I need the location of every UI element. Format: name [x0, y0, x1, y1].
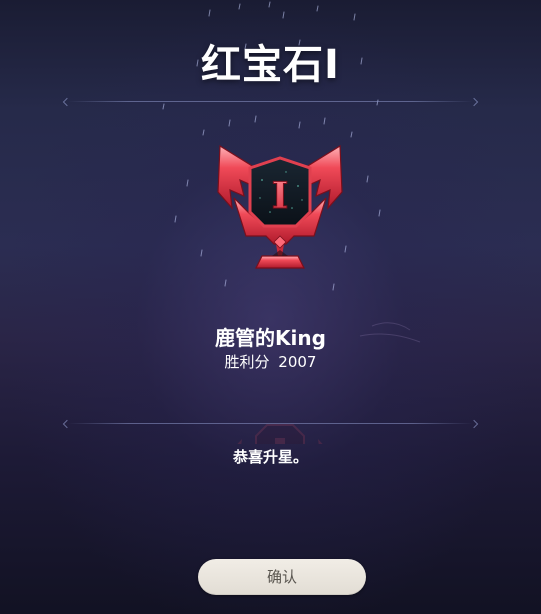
- rank-title: 红宝石I: [201, 42, 340, 88]
- score-value: 2007: [278, 353, 317, 371]
- player-score: 胜利分 2007: [0, 351, 541, 372]
- rain-background-decoration: [162, 1, 421, 343]
- score-label: 胜利分: [224, 353, 270, 371]
- bottom-divider: [68, 423, 473, 424]
- rank-up-screen: 红宝石I I 鹿管的King 胜利分 2007 恭喜升星。 确认: [0, 0, 541, 614]
- rank-tier-numeral: I: [272, 175, 289, 217]
- ruby-rank-emblem-icon: I: [217, 144, 343, 269]
- top-divider: [68, 101, 473, 102]
- emblem-reflection: [237, 424, 323, 444]
- confirm-button[interactable]: 确认: [198, 559, 366, 595]
- congrats-message: 恭喜升星。: [232, 448, 308, 466]
- player-name: 鹿管的King: [215, 326, 326, 350]
